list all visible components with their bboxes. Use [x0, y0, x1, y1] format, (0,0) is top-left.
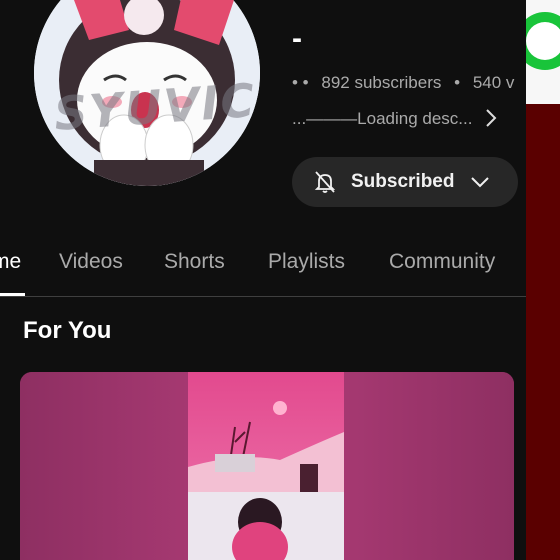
- tab-home[interactable]: me: [0, 250, 21, 274]
- tab-community[interactable]: Community: [389, 250, 495, 274]
- chevron-right-icon[interactable]: [482, 107, 500, 134]
- channel-avatar[interactable]: SYUVIC: [34, 0, 260, 186]
- subscribed-label: Subscribed: [351, 171, 455, 192]
- section-title: For You: [23, 317, 112, 344]
- description-text: ...———Loading desc...: [292, 109, 473, 128]
- stats-separator: •: [454, 73, 461, 92]
- video-count: 540 v: [472, 73, 515, 92]
- tab-videos[interactable]: Videos: [59, 250, 123, 274]
- tab-playlists[interactable]: Playlists: [268, 250, 345, 274]
- background-window-strip: [526, 0, 560, 560]
- chevron-down-icon: [469, 171, 491, 193]
- bell-off-icon: [312, 169, 338, 195]
- channel-tabs: me Videos Shorts Playlists Community: [0, 236, 526, 297]
- channel-stats: • • 892 subscribers • 540 v: [292, 73, 514, 93]
- subscriber-count: 892 subscribers: [321, 73, 442, 92]
- channel-description[interactable]: ...———Loading desc...: [292, 109, 497, 129]
- thumbnail-image: [20, 372, 514, 560]
- subscribed-button[interactable]: Subscribed: [292, 157, 518, 207]
- tab-shorts[interactable]: Shorts: [164, 250, 225, 274]
- video-thumbnail[interactable]: [20, 372, 514, 560]
- channel-page: SYUVIC - • • 892 subscribers • 540 v ...…: [0, 0, 526, 560]
- active-tab-indicator: [0, 293, 25, 296]
- stats-dots: • •: [292, 73, 309, 92]
- channel-name: -: [292, 22, 302, 55]
